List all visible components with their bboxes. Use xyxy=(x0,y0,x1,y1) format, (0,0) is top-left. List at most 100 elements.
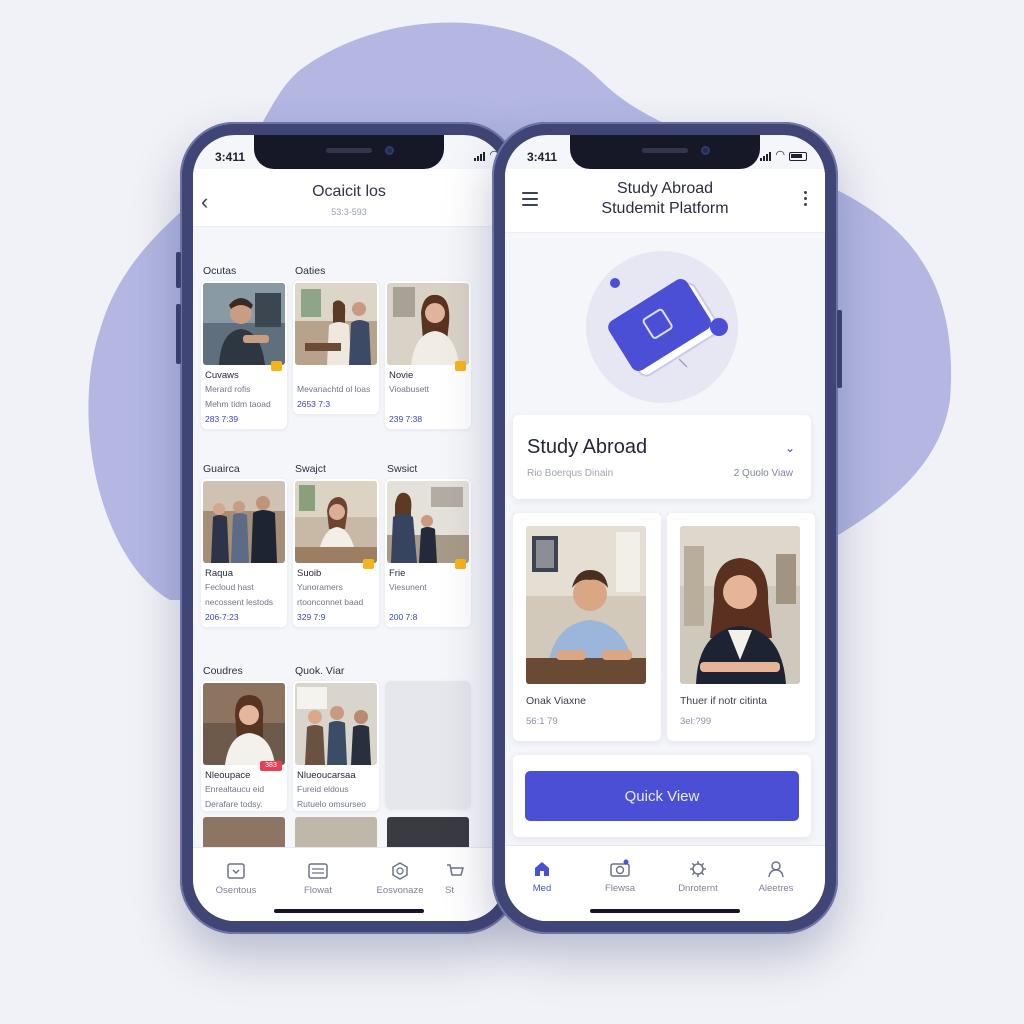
app-title: Study Abroad Studemit Platform xyxy=(505,179,825,219)
profile-name: Thuer if notr citinta xyxy=(680,695,767,707)
card-desc: Rutuelo omsurseo xyxy=(297,799,366,809)
quick-view-button[interactable]: Quick View xyxy=(525,771,799,821)
profile-name: Onak Viaxne xyxy=(526,695,586,707)
card-desc: Merard rofis xyxy=(205,384,251,394)
status-time: 3:411 xyxy=(527,150,558,164)
status-badge xyxy=(363,559,374,569)
card-desc: Viesunent xyxy=(389,582,427,592)
tab-flowat[interactable]: Flowat xyxy=(283,860,353,896)
card-title: Study Abroad xyxy=(527,436,648,458)
camera-icon xyxy=(610,859,630,877)
profile-card[interactable]: Onak Viaxne 56:1 79 xyxy=(513,513,661,741)
section-label: Coudres xyxy=(203,665,243,677)
tab-label: Med xyxy=(532,883,552,894)
profile-meta: 3el:?99 xyxy=(680,716,712,727)
card-meta: 200 7:8 xyxy=(389,612,418,622)
content-card[interactable]: Cuvaws Merard rofis Mehm tidm taoad 283 … xyxy=(201,281,287,429)
notch xyxy=(254,135,444,169)
status-badge xyxy=(271,361,282,371)
study-abroad-card[interactable]: Study Abroad ⌄ Rio Boerqus Dinain 2 Quol… xyxy=(513,415,811,499)
card-title: Raqua xyxy=(205,568,233,579)
card-meta: 206-7:23 xyxy=(205,612,239,622)
notch xyxy=(570,135,760,169)
home-indicator xyxy=(590,909,740,913)
card-desc: Mehm tidm taoad xyxy=(205,399,271,409)
card-photo xyxy=(295,481,377,563)
card-desc: ricrosoid soulas xyxy=(389,399,449,409)
more-icon[interactable] xyxy=(804,191,807,209)
page-title: Ocaicit los xyxy=(312,183,386,200)
signal-icon xyxy=(474,151,486,161)
content-card[interactable]: Novie Vioabusett ricrosoid soulas 239 7:… xyxy=(385,281,471,429)
card-photo xyxy=(203,683,285,765)
tab-label: Aleetres xyxy=(758,883,794,894)
status-time: 3:411 xyxy=(215,150,246,164)
card-desc: Fureid eldous xyxy=(297,784,349,794)
signal-icon xyxy=(760,151,772,161)
card-desc: necossent lestods xyxy=(205,597,274,607)
content-card[interactable]: 383 Nleoupace Enrealtaucu eid Derafare t… xyxy=(201,681,287,811)
tab-dnroternt[interactable]: Dnroternt xyxy=(663,858,733,894)
tab-aleetres[interactable]: Aleetres xyxy=(741,858,811,894)
gear-icon xyxy=(690,861,706,877)
status-badge xyxy=(455,559,466,569)
tab-label: Flowat xyxy=(304,885,332,896)
content-card[interactable]: Suoib Yunoramers rtoonconnet baad 329 7:… xyxy=(293,479,379,627)
profile-card[interactable]: Thuer if notr citinta 3el:?99 xyxy=(667,513,815,741)
card-photo xyxy=(387,481,469,563)
content-card[interactable]: Frie Viesunent Nanaly mart statnoi 200 7… xyxy=(385,479,471,627)
status-badge xyxy=(455,361,466,371)
section-label: Guairca xyxy=(203,463,240,475)
battery-icon xyxy=(789,152,807,161)
section-label: Oaties xyxy=(295,265,326,277)
card-title: Nlueoucarsaa xyxy=(297,770,356,781)
home-icon xyxy=(535,862,549,876)
badge-icon xyxy=(392,862,408,880)
app-title-line2: Studemit Platform xyxy=(601,200,729,217)
tab-label: Osentous xyxy=(215,885,257,896)
page-subtitle: 53:3-593 xyxy=(331,207,367,217)
right-phone: 3:411 ◠ Study Abroad Studemit Platform S… xyxy=(492,122,842,934)
card-meta: 283 7:39 xyxy=(205,414,239,424)
wifi-icon: ◠ xyxy=(775,149,785,161)
profile-photo xyxy=(680,526,800,684)
hero-illustration xyxy=(586,251,738,403)
card-desc: Mevanachtd ol loas xyxy=(297,384,371,394)
keyboard-icon xyxy=(308,863,328,879)
user-icon xyxy=(768,861,784,878)
tab-flewsa[interactable]: Flewsa xyxy=(585,858,655,894)
archive-icon xyxy=(227,863,245,879)
app-header: Study Abroad Studemit Platform xyxy=(505,169,825,233)
card-photo xyxy=(203,481,285,563)
content-card[interactable]: Mevanachtd ol loas 2653 7:3 xyxy=(293,281,379,414)
right-screen: 3:411 ◠ Study Abroad Studemit Platform S… xyxy=(505,135,825,921)
placeholder-card xyxy=(385,681,471,809)
content-card[interactable]: Raqua Fecloud hast necossent lestods 206… xyxy=(201,479,287,627)
card-desc: Yunoramers xyxy=(297,582,343,592)
status-icons: ◠ xyxy=(760,148,807,161)
tab-osentous[interactable]: Osentous xyxy=(201,860,271,896)
section-label: Ocutas xyxy=(203,265,237,277)
page-header: ‹ Ocaicit los 53:3-593 ◯ xyxy=(193,169,505,227)
card-meta: 239 7:38 xyxy=(389,414,423,424)
card-photo xyxy=(295,283,377,365)
tab-med[interactable]: Med xyxy=(507,858,577,894)
section-label: Swsict xyxy=(387,463,418,475)
tab-label: Dnroternt xyxy=(678,883,718,894)
card-desc: Fecloud hast xyxy=(205,582,254,592)
home-indicator xyxy=(274,909,424,913)
chevron-down-icon[interactable]: ⌄ xyxy=(785,441,795,455)
card-meta: 2653 7:3 xyxy=(297,399,331,409)
tab-eosvonaze[interactable]: Eosvonaze xyxy=(365,860,435,896)
tab-label: Eosvonaze xyxy=(376,885,424,896)
card-count: 2 Quolo Viaw xyxy=(733,468,793,479)
content-card[interactable]: Nlueoucarsaa Fureid eldous Rutuelo omsur… xyxy=(293,681,379,811)
card-photo xyxy=(203,283,285,365)
card-subtitle: Rio Boerqus Dinain xyxy=(527,468,614,479)
card-desc: Nanaly mart statnoi xyxy=(389,597,463,607)
card-photo xyxy=(387,283,469,365)
profile-photo xyxy=(526,526,646,684)
profile-meta: 56:1 79 xyxy=(526,716,558,727)
card-desc: Vioabusett xyxy=(389,384,430,394)
section-label: Quok. Viar xyxy=(295,665,345,677)
